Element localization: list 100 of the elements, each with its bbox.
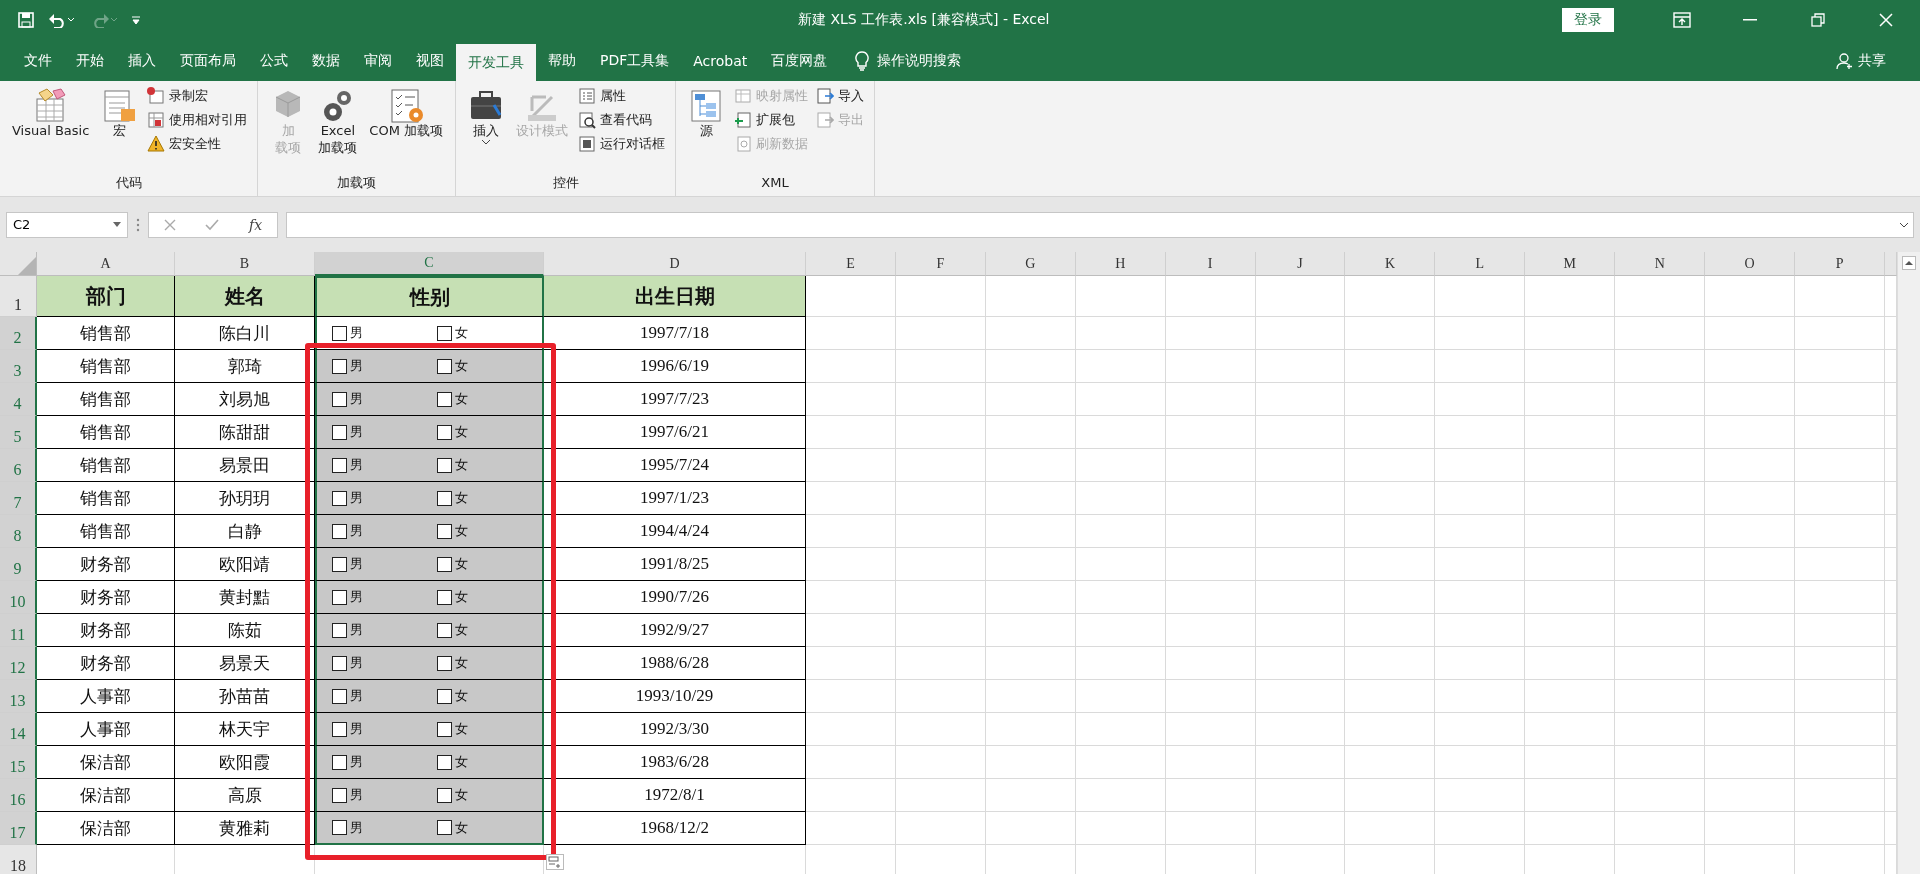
ribbon-tab[interactable]: 公式 xyxy=(248,40,300,81)
ribbon-tab[interactable]: 帮助 xyxy=(536,40,588,81)
gender-checkbox[interactable]: 女 xyxy=(437,753,542,771)
restore-icon[interactable] xyxy=(1811,13,1825,27)
gender-checkbox[interactable]: 女 xyxy=(437,786,542,804)
gender-checkbox[interactable]: 女 xyxy=(437,555,542,573)
row-header[interactable]: 17 xyxy=(0,812,37,845)
ribbon-display-icon[interactable] xyxy=(1673,12,1691,28)
gender-checkbox[interactable]: 男 xyxy=(332,818,437,837)
gender-checkbox[interactable]: 男 xyxy=(332,753,437,771)
row-header[interactable]: 16 xyxy=(0,779,37,812)
row-header[interactable]: 15 xyxy=(0,746,37,779)
gender-checkbox[interactable]: 男 xyxy=(332,621,437,639)
gender-checkbox[interactable]: 男 xyxy=(332,687,437,705)
ribbon-tab[interactable]: 开始 xyxy=(64,40,116,81)
gender-checkbox[interactable]: 男 xyxy=(332,555,437,573)
gender-checkbox[interactable]: 女 xyxy=(437,489,542,507)
row-header[interactable]: 10 xyxy=(0,581,37,614)
row-header[interactable]: 9 xyxy=(0,548,37,581)
gender-checkbox[interactable]: 男 xyxy=(332,654,437,672)
gender-checkbox[interactable]: 女 xyxy=(437,423,542,441)
column-header[interactable]: L xyxy=(1435,252,1526,276)
undo-icon[interactable] xyxy=(48,12,76,28)
ribbon-button[interactable]: 宏安全性 xyxy=(145,133,250,155)
row-header[interactable]: 13 xyxy=(0,680,37,713)
ribbon-button[interactable]: 宏 xyxy=(97,85,142,172)
gender-checkbox[interactable]: 男 xyxy=(332,390,437,408)
column-header[interactable]: H xyxy=(1075,252,1166,276)
gender-checkbox[interactable]: 女 xyxy=(437,522,542,540)
row-header[interactable]: 11 xyxy=(0,614,37,647)
column-header[interactable]: P xyxy=(1795,252,1885,276)
ribbon-button[interactable]: 运行对话框 xyxy=(576,133,668,155)
ribbon-button[interactable]: 录制宏 xyxy=(145,85,250,107)
gender-checkbox[interactable]: 男 xyxy=(332,522,437,540)
row-header[interactable]: 18 xyxy=(0,845,37,874)
row-header[interactable]: 3 xyxy=(0,350,37,383)
column-header[interactable]: K xyxy=(1345,252,1436,276)
check-icon[interactable] xyxy=(205,218,220,231)
ribbon-tab[interactable]: 页面布局 xyxy=(168,40,248,81)
row-header[interactable]: 12 xyxy=(0,647,37,680)
gender-checkbox[interactable]: 女 xyxy=(437,720,542,738)
column-header[interactable]: O xyxy=(1705,252,1796,276)
row-header[interactable]: 5 xyxy=(0,416,37,449)
ribbon-tab[interactable]: 开发工具 xyxy=(456,44,536,81)
ribbon-button[interactable]: 源 xyxy=(684,85,729,172)
quick-analysis-icon[interactable] xyxy=(546,854,564,870)
gender-checkbox[interactable]: 男 xyxy=(332,423,437,441)
gender-checkbox[interactable]: 男 xyxy=(332,489,437,507)
gender-checkbox[interactable]: 男 xyxy=(332,357,437,375)
column-header[interactable]: I xyxy=(1165,252,1256,276)
gender-checkbox[interactable]: 女 xyxy=(437,357,542,375)
login-button[interactable]: 登录 xyxy=(1562,8,1614,32)
ribbon-tab[interactable]: 文件 xyxy=(12,40,64,81)
ribbon-tab[interactable]: Acrobat xyxy=(681,40,760,81)
ribbon-button[interactable]: 扩展包 xyxy=(732,109,811,131)
ribbon-button[interactable]: COM 加载项 xyxy=(365,85,448,172)
gender-checkbox[interactable]: 女 xyxy=(437,818,542,837)
gender-checkbox[interactable]: 男 xyxy=(332,720,437,738)
vertical-scrollbar[interactable] xyxy=(1897,252,1920,874)
expand-icon[interactable] xyxy=(1899,221,1909,228)
row-header[interactable]: 4 xyxy=(0,383,37,416)
ribbon-button[interactable]: 查看代码 xyxy=(576,109,668,131)
gender-checkbox[interactable]: 男 xyxy=(332,588,437,606)
formula-input[interactable] xyxy=(286,211,1914,238)
column-header[interactable]: M xyxy=(1525,252,1616,276)
ribbon-tab[interactable]: 百度网盘 xyxy=(759,40,840,81)
insert-function-button[interactable]: fx xyxy=(249,216,263,233)
ribbon-tab[interactable]: 插入 xyxy=(116,40,168,81)
ribbon-tab[interactable]: 审阅 xyxy=(352,40,404,81)
column-header[interactable]: C xyxy=(315,252,544,276)
column-header[interactable]: E xyxy=(806,252,896,276)
column-header[interactable]: J xyxy=(1255,252,1346,276)
close-icon[interactable] xyxy=(1879,13,1893,27)
gender-checkbox[interactable]: 男 xyxy=(332,456,437,474)
row-header[interactable]: 7 xyxy=(0,482,37,515)
ribbon-button[interactable]: Visual Basic xyxy=(8,85,94,172)
gender-checkbox[interactable]: 男 xyxy=(332,786,437,804)
column-header[interactable]: N xyxy=(1615,252,1706,276)
gender-checkbox[interactable]: 女 xyxy=(437,324,542,342)
save-icon[interactable] xyxy=(18,12,34,28)
column-header[interactable]: F xyxy=(895,252,986,276)
gender-checkbox[interactable]: 女 xyxy=(437,456,542,474)
gender-checkbox[interactable]: 男 xyxy=(332,324,437,342)
ribbon-tab[interactable]: PDF工具集 xyxy=(588,40,682,81)
tell-me-search[interactable]: 操作说明搜索 xyxy=(877,51,962,70)
ribbon-button[interactable]: 导入 xyxy=(814,85,867,107)
row-header[interactable]: 14 xyxy=(0,713,37,746)
ribbon-button[interactable]: 插入 xyxy=(464,85,509,172)
ribbon-button[interactable]: 属性 xyxy=(576,85,668,107)
customize-icon[interactable] xyxy=(132,16,140,24)
gender-checkbox[interactable]: 女 xyxy=(437,621,542,639)
gender-checkbox[interactable]: 女 xyxy=(437,687,542,705)
row-header[interactable]: 8 xyxy=(0,515,37,548)
ribbon-tab[interactable]: 视图 xyxy=(404,40,456,81)
ribbon-button[interactable]: Excel 加载项 xyxy=(314,85,362,172)
gender-checkbox[interactable]: 女 xyxy=(437,390,542,408)
gender-checkbox[interactable]: 女 xyxy=(437,588,542,606)
scroll-up-icon[interactable] xyxy=(1902,256,1916,270)
row-header[interactable]: 6 xyxy=(0,449,37,482)
row-header[interactable]: 2 xyxy=(0,317,37,350)
